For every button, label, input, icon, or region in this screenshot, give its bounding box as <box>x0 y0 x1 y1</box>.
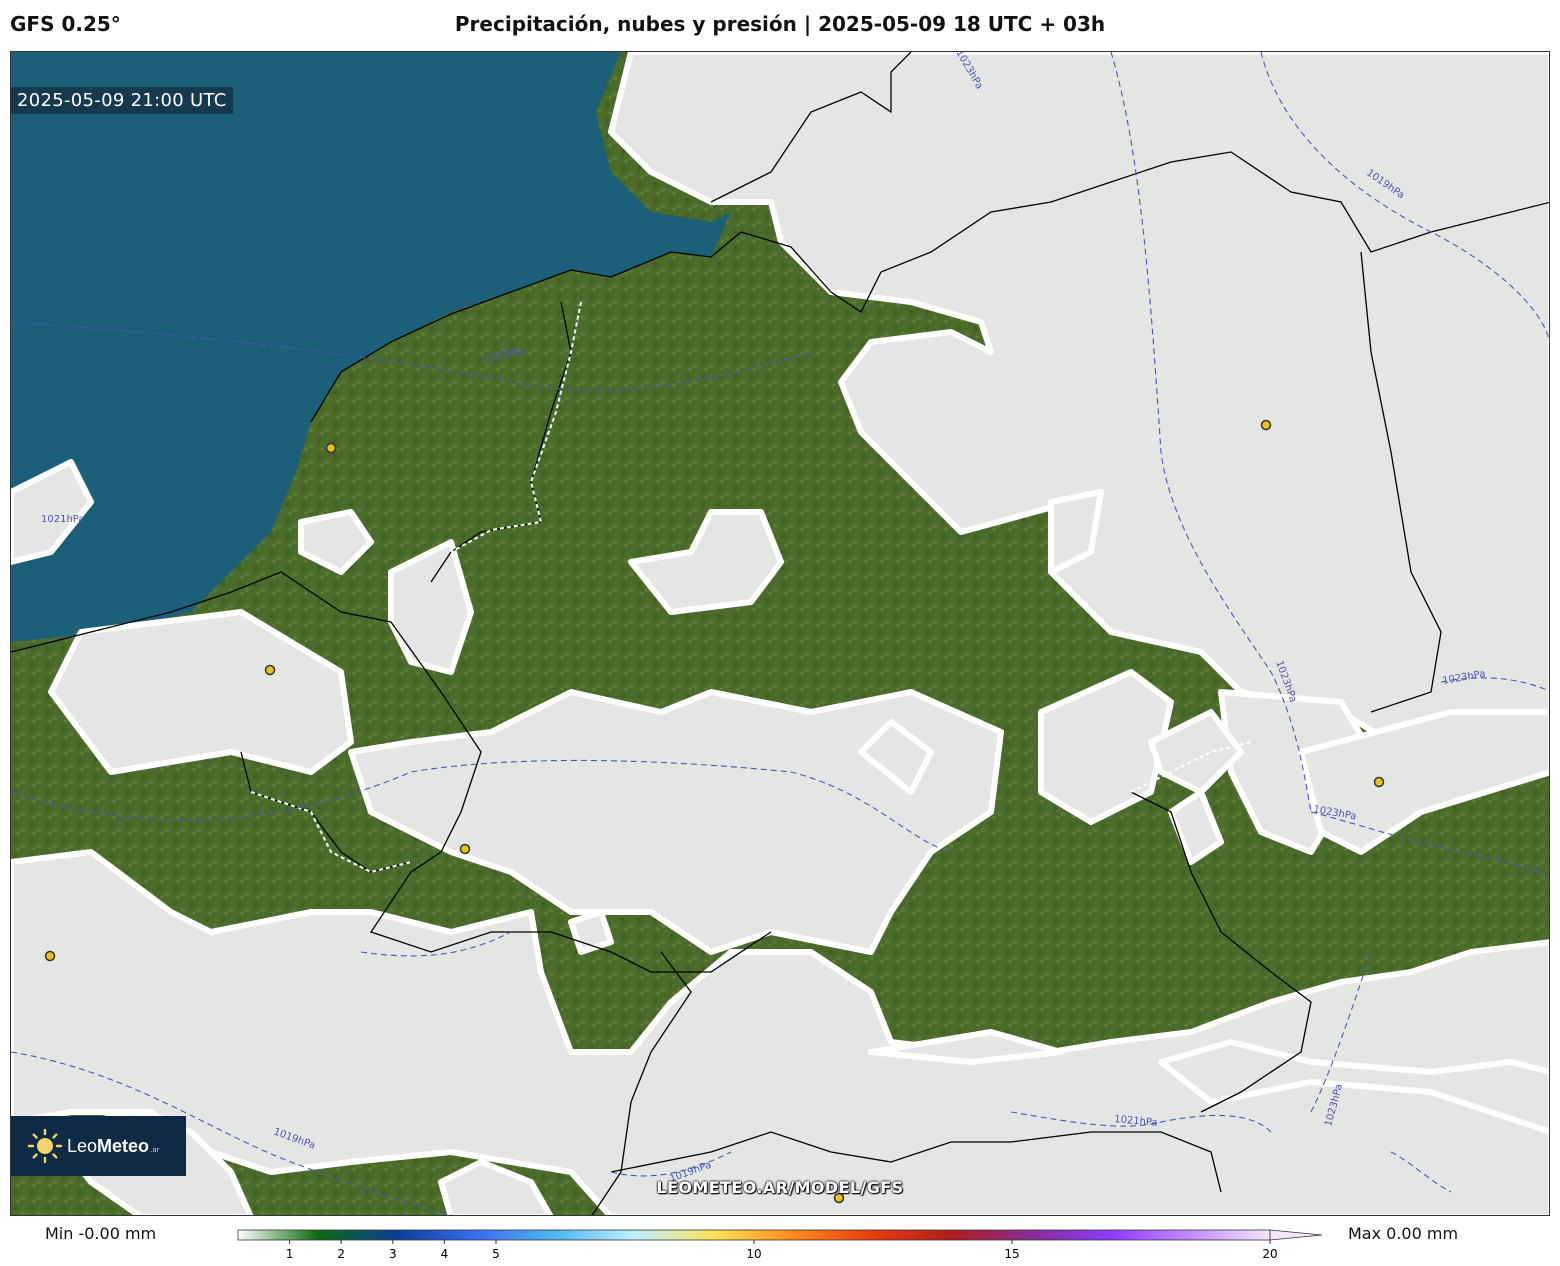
colorbar-tick-label: 15 <box>1004 1247 1019 1261</box>
leometeo-logo[interactable]: LeoMeteo .ar <box>11 1116 186 1176</box>
sun-icon <box>27 1128 63 1164</box>
city-marker <box>459 843 471 855</box>
city-marker <box>1260 419 1272 431</box>
colorbar-tick-label: 20 <box>1262 1247 1277 1261</box>
weather-map[interactable]: 1019hPa 1023hPa 1023hPa 1023hPa 1023hPa … <box>10 51 1550 1216</box>
legend-max-label: Max 0.00 mm <box>1348 1224 1459 1243</box>
precipitation-colorbar: 1 2 3 4 5 10 15 20 <box>237 1229 1323 1261</box>
colorbar-extend-arrow <box>1269 1229 1323 1241</box>
valid-time-badge: 2025-05-09 21:00 UTC <box>11 87 233 114</box>
isobar-label-1021-w: 1021hPa <box>41 514 85 525</box>
colorbar-tick-label: 4 <box>441 1247 449 1261</box>
logo-name-light: Leo <box>67 1135 98 1156</box>
logo-name-bold: Meteo <box>97 1135 150 1156</box>
logo-suffix: .ar <box>150 1146 160 1154</box>
legend-min-label: Min -0.00 mm <box>45 1224 157 1243</box>
city-marker <box>325 442 337 454</box>
colorbar-tick-label: 3 <box>389 1247 397 1261</box>
colorbar-tick-label: 10 <box>746 1247 761 1261</box>
map-title: Precipitación, nubes y presión | 2025-05… <box>454 12 1106 36</box>
colorbar-tick-label: 5 <box>492 1247 500 1261</box>
city-marker <box>1373 776 1385 788</box>
city-marker <box>44 950 56 962</box>
watermark: LEOMETEO.AR/MODEL/GFS <box>656 1178 904 1197</box>
map-canvas: 1019hPa 1023hPa 1023hPa 1023hPa 1023hPa … <box>11 52 1549 1215</box>
colorbar-tick-label: 1 <box>286 1247 294 1261</box>
colorbar-gradient <box>237 1229 1271 1241</box>
city-marker <box>264 664 276 676</box>
colorbar-tick-label: 2 <box>337 1247 345 1261</box>
logo-wordmark: LeoMeteo <box>67 1136 149 1157</box>
